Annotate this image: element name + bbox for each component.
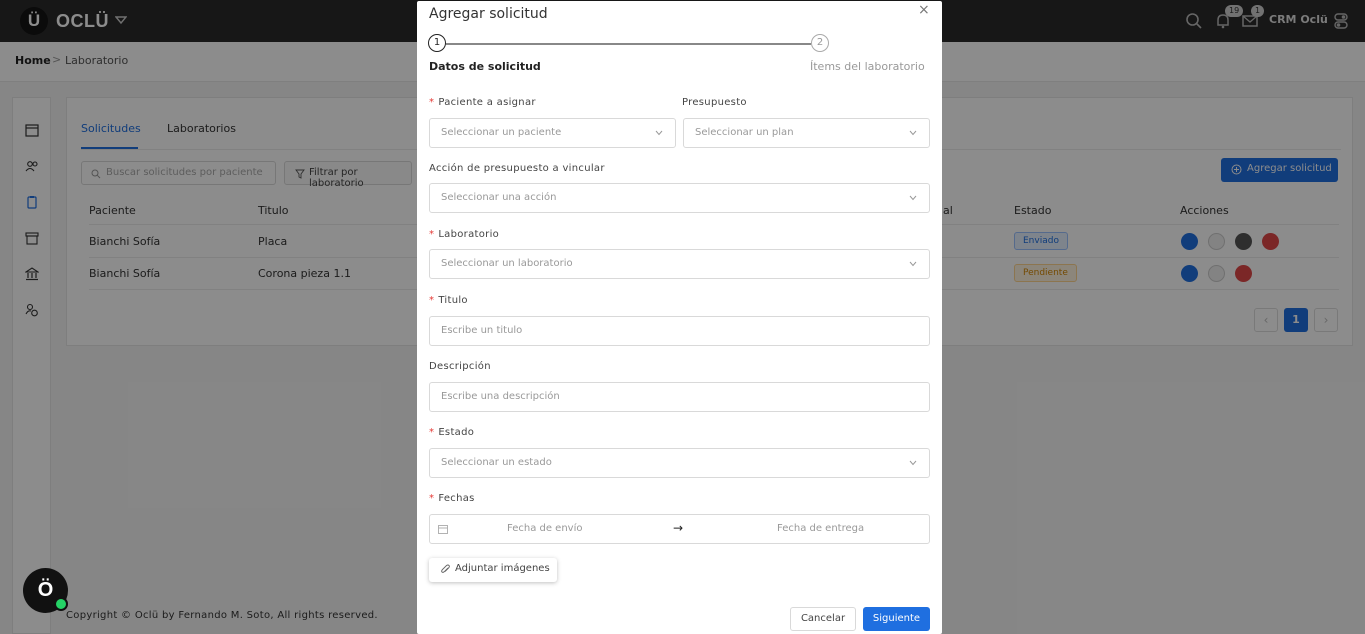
end-date-placeholder[interactable]: Fecha de entrega: [777, 523, 864, 534]
close-icon[interactable]: ×: [918, 2, 930, 18]
chevron-down-icon: [655, 130, 663, 136]
estado-placeholder: Seleccionar un estado: [441, 457, 552, 468]
chevron-down-icon: [909, 261, 917, 267]
fechas-label-text: Fechas: [438, 493, 475, 504]
modal-title: Agregar solicitud: [429, 6, 548, 22]
chevron-down-icon: [909, 130, 917, 136]
titulo-label: * Titulo: [429, 295, 468, 306]
chevron-down-icon: [909, 195, 917, 201]
step-1-indicator: 1: [428, 34, 446, 52]
add-request-modal: Agregar solicitud × 1 2 Datos de solicit…: [417, 1, 942, 634]
fechas-label: * Fechas: [429, 493, 475, 504]
presupuesto-placeholder: Seleccionar un plan: [695, 127, 794, 138]
laboratorio-select[interactable]: Seleccionar un laboratorio: [429, 249, 930, 279]
required-mark: *: [429, 295, 435, 306]
estado-label-text: Estado: [438, 427, 475, 438]
presupuesto-select[interactable]: Seleccionar un plan: [683, 118, 930, 148]
calendar-icon: [438, 525, 448, 534]
titulo-label-text: Titulo: [438, 295, 468, 306]
arrow-right-icon: →: [673, 521, 684, 535]
step-2-label: Ítems del laboratorio: [810, 60, 925, 73]
start-date-placeholder[interactable]: Fecha de envío: [507, 523, 582, 534]
step-connector: [446, 43, 811, 45]
step-1-label: Datos de solicitud: [429, 60, 541, 73]
descripcion-input[interactable]: Escribe una descripción: [429, 382, 930, 412]
laboratorio-placeholder: Seleccionar un laboratorio: [441, 258, 573, 269]
presupuesto-label: Presupuesto: [682, 97, 747, 108]
required-mark: *: [429, 493, 435, 504]
paciente-label-text: Paciente a asignar: [438, 97, 536, 108]
accion-select[interactable]: Seleccionar una acción: [429, 183, 930, 213]
paciente-select[interactable]: Seleccionar un paciente: [429, 118, 676, 148]
laboratorio-label-text: Laboratorio: [438, 229, 500, 240]
paperclip-icon: [441, 564, 450, 573]
required-mark: *: [429, 97, 435, 108]
paciente-label: * Paciente a asignar: [429, 97, 536, 108]
titulo-placeholder: Escribe un titulo: [441, 325, 523, 336]
paciente-placeholder: Seleccionar un paciente: [441, 127, 562, 138]
estado-label: * Estado: [429, 427, 474, 438]
estado-select[interactable]: Seleccionar un estado: [429, 448, 930, 478]
accion-placeholder: Seleccionar una acción: [441, 192, 557, 203]
descripcion-placeholder: Escribe una descripción: [441, 391, 560, 402]
attach-images-button[interactable]: Adjuntar imágenes: [429, 558, 557, 582]
attach-images-label: Adjuntar imágenes: [455, 563, 550, 574]
chevron-down-icon: [909, 460, 917, 466]
cancel-button[interactable]: Cancelar: [790, 607, 856, 631]
titulo-input[interactable]: Escribe un titulo: [429, 316, 930, 346]
required-mark: *: [429, 229, 435, 240]
date-range-picker[interactable]: Fecha de envío → Fecha de entrega: [429, 514, 930, 544]
required-mark: *: [429, 427, 435, 438]
whatsapp-icon[interactable]: [54, 597, 68, 611]
step-2-indicator: 2: [811, 34, 829, 52]
accion-label: Acción de presupuesto a vincular: [429, 163, 605, 174]
descripcion-label: Descripción: [429, 361, 491, 372]
next-button[interactable]: Siguiente: [863, 607, 930, 631]
laboratorio-label: * Laboratorio: [429, 229, 499, 240]
